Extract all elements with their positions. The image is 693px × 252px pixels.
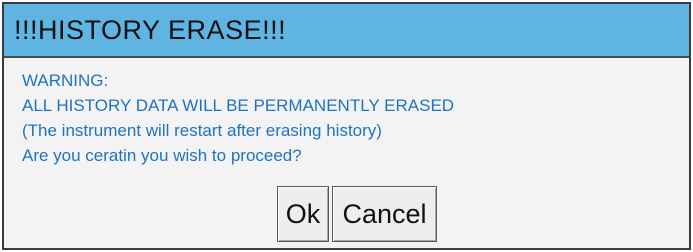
warning-line-heading: WARNING: xyxy=(22,71,109,90)
cancel-button[interactable]: Cancel xyxy=(332,186,437,242)
ok-button[interactable]: Ok xyxy=(277,186,329,242)
dialog-button-row: Ok Cancel xyxy=(277,186,437,242)
warning-line-erase-notice: ALL HISTORY DATA WILL BE PERMANENTLY ERA… xyxy=(22,96,455,115)
warning-message: WARNING: ALL HISTORY DATA WILL BE PERMAN… xyxy=(22,68,454,168)
history-erase-dialog: !!!HISTORY ERASE!!! WARNING: ALL HISTORY… xyxy=(2,2,691,250)
dialog-titlebar: !!!HISTORY ERASE!!! xyxy=(4,4,689,58)
warning-line-restart-notice: (The instrument will restart after erasi… xyxy=(22,121,382,140)
warning-line-confirm-question: Are you ceratin you wish to proceed? xyxy=(22,146,302,165)
dialog-title: !!!HISTORY ERASE!!! xyxy=(14,14,287,45)
